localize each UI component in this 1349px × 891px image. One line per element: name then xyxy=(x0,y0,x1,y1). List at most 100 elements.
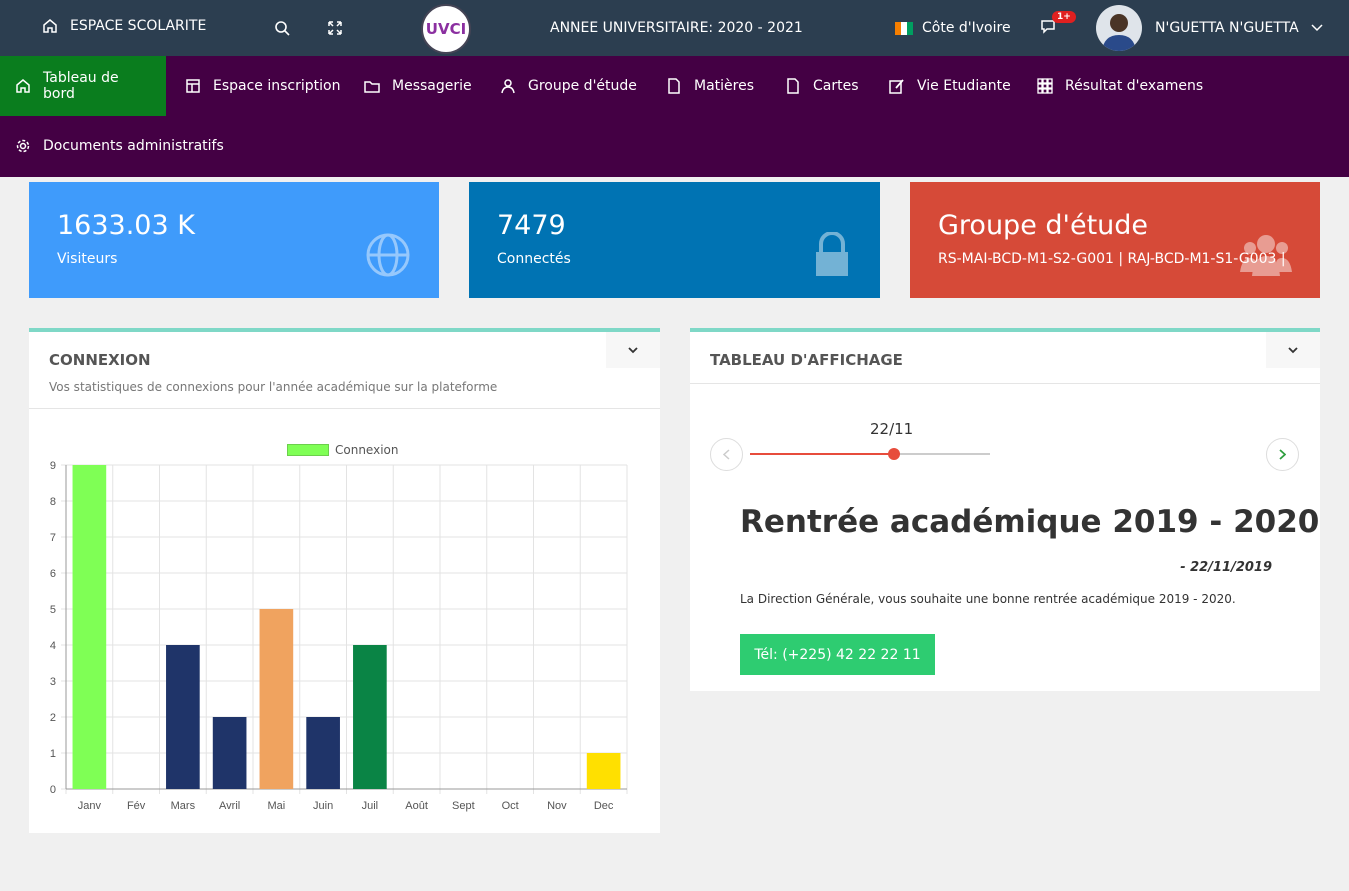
nav-documents-administratifs[interactable]: Documents administratifs xyxy=(0,116,239,176)
expand-icon xyxy=(328,21,342,35)
lock-icon xyxy=(816,232,848,276)
country-label: Côte d'Ivoire xyxy=(922,20,1011,36)
nav-tableau-de-bord[interactable]: Tableau de bord xyxy=(0,56,166,116)
grid-icon xyxy=(1037,78,1053,94)
y-tick-label: 7 xyxy=(50,532,56,544)
y-tick-label: 4 xyxy=(50,640,56,652)
stat-label: Connectés xyxy=(497,251,571,267)
stat-label: Visiteurs xyxy=(57,251,118,267)
y-tick-label: 8 xyxy=(50,496,56,508)
stat-value: Groupe d'étude xyxy=(938,210,1149,241)
y-tick-label: 9 xyxy=(50,460,56,472)
logo[interactable]: UVCI xyxy=(421,4,471,54)
y-tick-label: 3 xyxy=(50,676,56,688)
x-tick-label: Mai xyxy=(268,800,286,812)
layout-icon xyxy=(186,79,200,93)
connexion-subtitle: Vos statistiques de connexions pour l'an… xyxy=(49,380,498,394)
chevron-down-icon xyxy=(1311,24,1323,32)
fullscreen-button[interactable] xyxy=(325,18,345,38)
y-tick-label: 2 xyxy=(50,712,56,724)
search-button[interactable] xyxy=(272,18,292,38)
stat-card-groupe: Groupe d'étude RS-MAI-BCD-M1-S2-G001 | R… xyxy=(910,182,1320,298)
x-tick-label: Août xyxy=(405,800,428,812)
bar xyxy=(166,645,200,789)
connexion-panel: CONNEXION Vos statistiques de connexions… xyxy=(29,328,660,833)
y-tick-label: 5 xyxy=(50,604,56,616)
flag-icon xyxy=(895,21,913,35)
nav-vie-etudiante[interactable]: Vie Etudiante xyxy=(874,56,1026,116)
nav-cartes[interactable]: Cartes xyxy=(770,56,874,116)
home-link[interactable]: ESPACE SCOLARITE xyxy=(42,18,206,34)
nav-resultat-examens[interactable]: Résultat d'examens xyxy=(1022,56,1218,116)
country-selector[interactable]: Côte d'Ivoire xyxy=(895,20,1011,36)
x-tick-label: Juin xyxy=(313,800,333,812)
nav-messagerie[interactable]: Messagerie xyxy=(349,56,487,116)
connexion-toggle[interactable] xyxy=(606,332,660,368)
search-icon xyxy=(275,21,290,36)
academic-year: ANNEE UNIVERSITAIRE: 2020 - 2021 xyxy=(550,20,803,36)
notification-badge: 1+ xyxy=(1052,11,1076,23)
connexion-title: CONNEXION xyxy=(49,351,151,369)
divider xyxy=(690,383,1320,384)
x-tick-label: Sept xyxy=(452,800,475,812)
timeline-progress xyxy=(750,453,894,455)
home-label: ESPACE SCOLARITE xyxy=(70,18,207,34)
stat-value: 7479 xyxy=(497,210,566,241)
x-tick-label: Avril xyxy=(219,800,240,812)
nav-espace-inscription[interactable]: Espace inscription xyxy=(170,56,355,116)
x-tick-label: Nov xyxy=(547,800,567,812)
nav-groupe-etude[interactable]: Groupe d'étude xyxy=(485,56,652,116)
x-tick-label: Dec xyxy=(594,800,614,812)
announcement-title: Rentrée académique 2019 - 2020 xyxy=(740,504,1320,540)
stat-label: RS-MAI-BCD-M1-S2-G001 | RAJ-BCD-M1-S1-G0… xyxy=(938,251,1286,267)
bar xyxy=(586,753,621,789)
stat-card-connectes: 7479 Connectés xyxy=(469,182,880,298)
avatar[interactable] xyxy=(1096,5,1142,51)
bar xyxy=(72,465,107,789)
chevron-left-icon xyxy=(723,449,730,460)
bar xyxy=(306,717,340,789)
timeline-track[interactable] xyxy=(750,448,990,460)
notification-button[interactable]: 1+ xyxy=(1040,11,1076,40)
phone-button[interactable]: Tél: (+225) 42 22 22 11 xyxy=(740,634,935,675)
x-tick-label: Mars xyxy=(171,800,196,812)
connexion-chart: 0 1 2 3 4 5 6 7 8 9 Janv Fév Mars Avril Mai Juin Juil Aoû… xyxy=(50,460,628,812)
divider xyxy=(29,408,660,409)
top-bar: ESPACE SCOLARITE UVCI ANNEE UNIVERSITAIR… xyxy=(0,0,1349,56)
file-icon xyxy=(668,78,680,94)
announcement-text: La Direction Générale, vous souhaite une… xyxy=(740,592,1236,606)
users-icon xyxy=(1240,235,1292,276)
timeline-date: 22/11 xyxy=(870,420,914,438)
user-icon xyxy=(501,79,515,94)
x-tick-label: Fév xyxy=(127,800,146,812)
board-panel: TABLEAU D'AFFICHAGE 22/11 Rentrée académ… xyxy=(690,328,1320,691)
gear-icon xyxy=(16,139,30,153)
timeline-handle[interactable] xyxy=(888,448,900,460)
user-menu[interactable]: N'GUETTA N'GUETTA xyxy=(1155,20,1323,36)
edit-icon xyxy=(889,79,904,94)
chevron-right-icon xyxy=(1279,449,1286,460)
next-button[interactable] xyxy=(1266,438,1299,471)
home-icon xyxy=(43,19,57,33)
x-tick-label: Oct xyxy=(502,800,519,812)
file-icon xyxy=(787,78,799,94)
board-toggle[interactable] xyxy=(1266,332,1320,368)
stat-card-visiteurs: 1633.03 K Visiteurs xyxy=(29,182,439,298)
chevron-down-icon xyxy=(1288,346,1298,353)
x-tick-label: Juil xyxy=(362,800,379,812)
globe-icon xyxy=(366,233,410,277)
announcement-date: - 22/11/2019 xyxy=(1180,560,1272,575)
bar xyxy=(353,645,387,789)
stat-value: 1633.03 K xyxy=(57,210,195,241)
folder-icon xyxy=(364,81,380,93)
y-tick-label: 0 xyxy=(50,784,56,796)
home-icon xyxy=(16,79,30,93)
prev-button[interactable] xyxy=(710,438,743,471)
logo-text: UVCI xyxy=(425,20,467,38)
x-tick-label: Janv xyxy=(78,800,102,812)
nav-matieres[interactable]: Matières xyxy=(651,56,769,116)
user-name: N'GUETTA N'GUETTA xyxy=(1155,20,1299,36)
bar xyxy=(212,717,247,789)
y-tick-label: 6 xyxy=(50,568,56,580)
board-title: TABLEAU D'AFFICHAGE xyxy=(710,351,903,369)
